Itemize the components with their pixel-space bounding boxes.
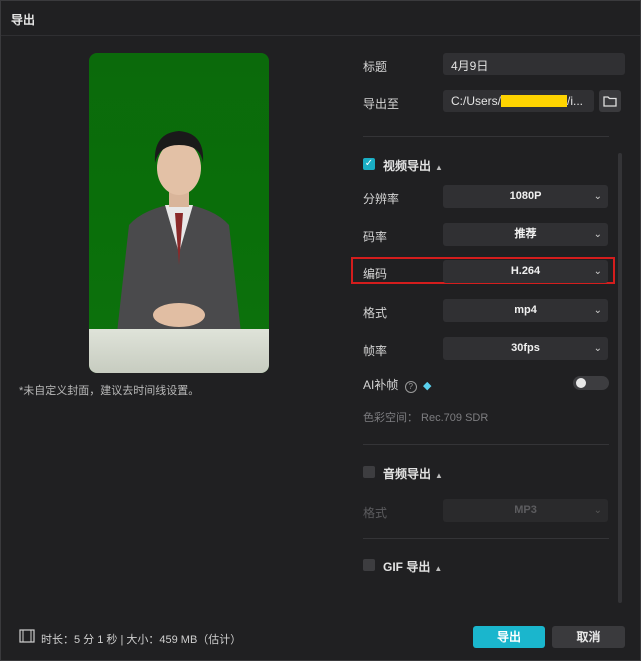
browse-folder-button[interactable]	[599, 90, 621, 112]
chevron-down-icon: ⌄	[593, 505, 602, 516]
format-select[interactable]: mp4 ⌄	[443, 299, 608, 322]
chevron-down-icon: ⌄	[593, 191, 602, 202]
cover-note: *未自定义封面，建议去时间线设置。	[19, 385, 200, 397]
help-icon[interactable]: ?	[404, 381, 417, 393]
gif-export-title[interactable]: GIF 导出 ▲	[383, 558, 442, 575]
export-path-field[interactable]: C:/Users/ /i...	[443, 90, 594, 112]
codec-select[interactable]: H.264 ⌄	[443, 260, 608, 283]
title-bar: 导出	[1, 1, 640, 36]
color-space-text: 色彩空间： Rec.709 SDR	[363, 412, 489, 424]
cancel-button[interactable]: 取消	[552, 626, 625, 648]
audio-export-checkbox[interactable]	[363, 466, 375, 478]
export-path-suffix: /i...	[567, 94, 584, 108]
divider	[363, 444, 609, 445]
collapse-caret-icon: ▲	[435, 471, 443, 480]
export-path-prefix: C:/Users/	[451, 94, 502, 108]
presenter-image	[117, 131, 241, 333]
export-to-label: 导出至	[363, 97, 400, 111]
folder-icon	[603, 96, 617, 107]
collapse-caret-icon: ▲	[435, 163, 443, 172]
dialog-title: 导出	[11, 13, 36, 27]
chevron-down-icon: ⌄	[593, 305, 602, 316]
codec-label: 编码	[363, 267, 388, 281]
format-label: 格式	[363, 306, 388, 320]
audio-export-title[interactable]: 音频导出 ▲	[383, 465, 443, 482]
audio-format-select[interactable]: MP3 ⌄	[443, 499, 608, 522]
audio-format-label: 格式	[363, 506, 388, 520]
bitrate-select[interactable]: 推荐 ⌄	[443, 223, 608, 246]
chevron-down-icon: ⌄	[593, 229, 602, 240]
video-preview	[89, 53, 269, 373]
redaction-mask	[501, 95, 568, 107]
scrollbar[interactable]	[618, 153, 622, 603]
video-export-title[interactable]: 视频导出 ▲	[383, 157, 443, 174]
film-icon	[19, 629, 35, 643]
export-dialog: 导出 *未自定义封面，建议去时间线设置。 标题 4月9日 导出至 C:/User…	[0, 0, 641, 661]
video-export-checkbox[interactable]: ✓	[363, 158, 375, 170]
divider	[363, 136, 609, 137]
diamond-icon: ◆	[423, 380, 432, 392]
export-button[interactable]: 导出	[473, 626, 545, 648]
framerate-select[interactable]: 30fps ⌄	[443, 337, 608, 360]
duration-size-info: 时长：5 分 1 秒 | 大小：459 MB（估计）	[41, 634, 242, 646]
chevron-down-icon: ⌄	[593, 266, 602, 277]
title-label: 标题	[363, 60, 388, 74]
resolution-label: 分辨率	[363, 192, 400, 206]
resolution-select[interactable]: 1080P ⌄	[443, 185, 608, 208]
desk	[89, 329, 269, 373]
toggle-knob	[576, 378, 586, 388]
chevron-down-icon: ⌄	[593, 343, 602, 354]
collapse-caret-icon: ▲	[434, 564, 443, 573]
divider	[363, 538, 609, 539]
bitrate-label: 码率	[363, 230, 388, 244]
ai-frame-label: AI补帧 ? ◆	[363, 378, 432, 393]
framerate-label: 帧率	[363, 344, 388, 358]
title-input[interactable]: 4月9日	[443, 53, 625, 75]
gif-export-checkbox[interactable]	[363, 559, 375, 571]
ai-frame-toggle[interactable]	[573, 376, 609, 390]
